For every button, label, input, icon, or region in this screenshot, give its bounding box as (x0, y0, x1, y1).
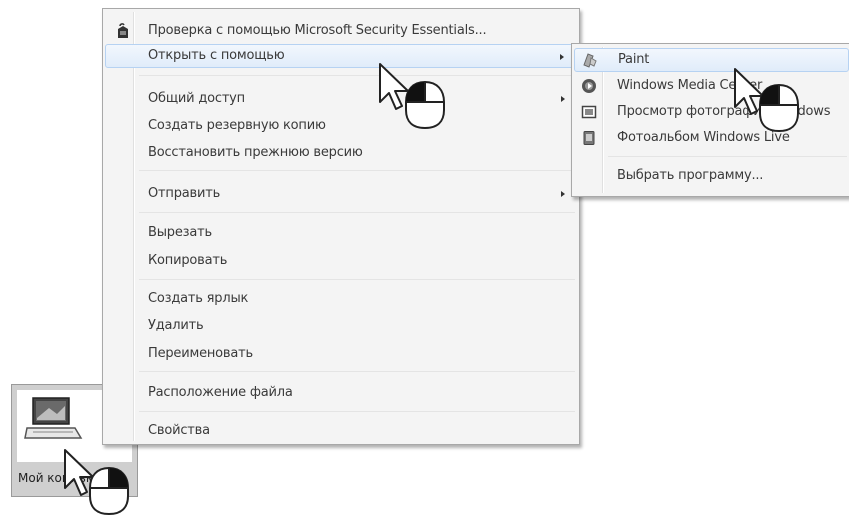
menu-item-label: Paint (618, 52, 650, 67)
menu-item-restore-previous-version[interactable]: Восстановить прежнюю версию (105, 141, 577, 165)
mouse-left-click-icon (759, 83, 799, 133)
menu-item-create-backup[interactable]: Создать резервную копию (105, 114, 577, 138)
submenu-item-photo-gallery[interactable]: Фотоальбом Windows Live (574, 126, 849, 150)
menu-item-label: Расположение файла (148, 385, 293, 400)
menu-item-label: Отправить (148, 186, 221, 201)
menu-item-label: Открыть с помощью (148, 48, 285, 63)
menu-item-label: Проверка с помощью Microsoft Security Es… (148, 23, 487, 38)
photo-gallery-icon (583, 131, 595, 145)
menu-item-label: Свойства (148, 423, 210, 438)
menu-separator (139, 75, 575, 76)
menu-item-properties[interactable]: Свойства (105, 419, 577, 443)
submenu-item-paint[interactable]: Paint (574, 48, 849, 72)
paint-icon (583, 53, 597, 68)
menu-item-cut[interactable]: Вырезать (105, 221, 577, 245)
submenu-arrow-icon (561, 96, 565, 102)
context-menu: Проверка с помощью Microsoft Security Es… (102, 8, 580, 445)
menu-item-create-shortcut[interactable]: Создать ярлык (105, 287, 577, 311)
submenu-item-photo-viewer[interactable]: Просмотр фотографий Windows (574, 100, 849, 124)
menu-item-file-location[interactable]: Расположение файла (105, 381, 577, 405)
menu-separator (139, 170, 575, 171)
menu-item-label: Вырезать (148, 225, 212, 240)
menu-item-label: Создать резервную копию (148, 118, 326, 133)
menu-item-label: Восстановить прежнюю версию (148, 145, 363, 160)
menu-item-scan-security-essentials[interactable]: Проверка с помощью Microsoft Security Es… (105, 19, 577, 43)
menu-item-delete[interactable]: Удалить (105, 314, 577, 338)
submenu-item-choose-program[interactable]: Выбрать программу... (574, 164, 849, 188)
menu-separator (139, 411, 575, 412)
laptop-icon (24, 397, 83, 439)
menu-item-open-with[interactable]: Открыть с помощью (105, 44, 577, 68)
menu-item-send-to[interactable]: Отправить (105, 182, 577, 206)
menu-item-label: Общий доступ (148, 91, 245, 106)
photo-viewer-icon (581, 105, 597, 119)
menu-item-label: Переименовать (148, 346, 253, 361)
submenu-arrow-icon (561, 191, 565, 197)
menu-item-label: Создать ярлык (148, 291, 249, 306)
mouse-left-click-icon (405, 80, 445, 130)
open-with-submenu: Paint Windows Media Center Просмотр фото… (571, 43, 849, 197)
menu-item-label: Копировать (148, 253, 228, 268)
menu-separator (139, 279, 575, 280)
menu-separator (608, 156, 847, 157)
menu-separator (139, 212, 575, 213)
mouse-right-click-icon (89, 466, 129, 516)
menu-item-label: Удалить (148, 318, 204, 333)
menu-item-label: Выбрать программу... (617, 168, 764, 183)
media-center-icon (582, 79, 596, 93)
submenu-item-windows-media-center[interactable]: Windows Media Center (574, 74, 849, 98)
menu-separator (139, 371, 575, 372)
menu-item-copy[interactable]: Копировать (105, 249, 577, 273)
security-essentials-icon (118, 23, 128, 38)
menu-item-rename[interactable]: Переименовать (105, 342, 577, 366)
submenu-arrow-icon (560, 54, 564, 60)
menu-item-share[interactable]: Общий доступ (105, 87, 577, 111)
